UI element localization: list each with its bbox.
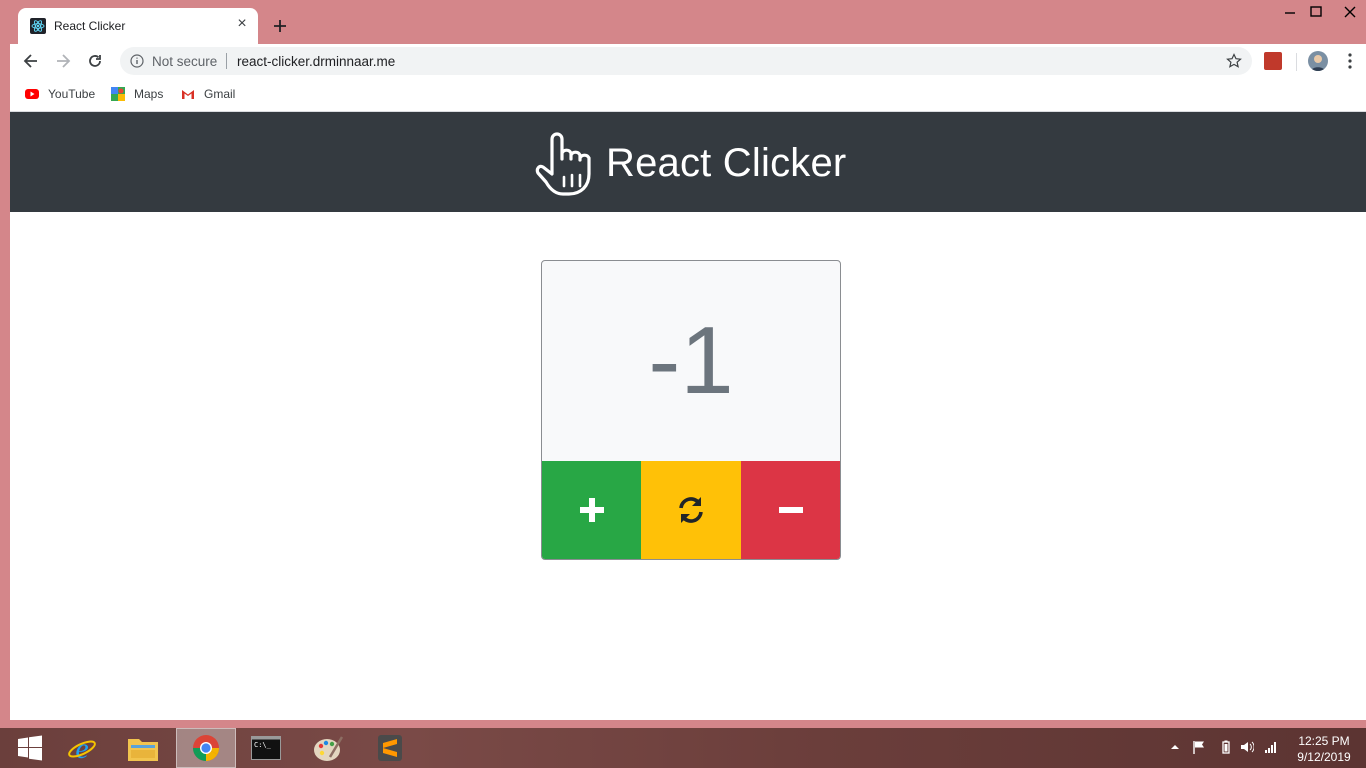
svg-text:C:\_: C:\_ (254, 741, 272, 749)
back-icon[interactable] (22, 52, 40, 70)
security-label: Not secure (152, 54, 218, 69)
increment-button[interactable] (542, 461, 641, 559)
taskbar-chrome[interactable] (176, 728, 236, 768)
refresh-icon (679, 497, 703, 523)
taskbar-command-prompt[interactable]: C:\_ (236, 728, 296, 768)
more-menu-icon[interactable] (1344, 52, 1356, 70)
clock-date: 9/12/2019 (1297, 750, 1351, 764)
counter-value: -1 (648, 307, 734, 414)
action-center-flag-icon[interactable] (1192, 740, 1206, 754)
tab-strip: React Clicker × (0, 0, 1366, 44)
toolbar-divider (1296, 53, 1297, 71)
url-text[interactable]: react-clicker.drminnaar.me (237, 54, 395, 69)
browser-toolbar: Not secure react-clicker.drminnaar.me (10, 44, 1366, 78)
windows-taskbar: e C:\_ 12:25 PM 9/12/2019 (0, 728, 1366, 768)
taskbar-internet-explorer[interactable]: e (52, 728, 112, 768)
decrement-button[interactable] (741, 461, 840, 559)
gmail-icon (182, 90, 194, 99)
person-icon (1311, 55, 1325, 71)
omnibox-divider (226, 53, 227, 69)
tab-close-icon[interactable]: × (234, 16, 250, 32)
bookmark-maps[interactable]: Maps (110, 86, 163, 102)
reload-icon[interactable] (86, 52, 104, 70)
taskbar-paint[interactable] (298, 728, 358, 768)
bookmarks-bar: YouTube Maps Gmail (10, 78, 1366, 112)
minus-icon (778, 507, 803, 513)
start-button[interactable] (0, 728, 60, 768)
taskbar-file-explorer[interactable] (113, 728, 173, 768)
forward-icon[interactable] (54, 52, 72, 70)
counter-controls (542, 461, 840, 559)
pointing-hand-icon (535, 132, 591, 196)
reset-button[interactable] (641, 461, 741, 559)
react-favicon-icon (30, 18, 46, 34)
file-explorer-icon (128, 739, 158, 761)
bookmark-gmail[interactable]: Gmail (180, 86, 235, 102)
bookmark-label: Maps (134, 87, 164, 101)
chrome-icon (192, 735, 220, 762)
maximize-icon[interactable] (1302, 0, 1330, 24)
address-bar[interactable]: Not secure react-clicker.drminnaar.me (120, 47, 1252, 75)
info-icon[interactable] (130, 54, 144, 68)
taskbar-sublime-text[interactable] (360, 728, 420, 768)
network-signal-icon[interactable] (1264, 740, 1278, 754)
profile-avatar[interactable] (1308, 51, 1328, 71)
svg-text:e: e (75, 732, 88, 764)
system-clock[interactable]: 12:25 PM 9/12/2019 (1290, 733, 1358, 765)
bookmark-youtube[interactable]: YouTube (24, 86, 95, 102)
new-tab-icon[interactable] (270, 16, 290, 36)
battery-icon[interactable] (1219, 740, 1233, 754)
app-title: React Clicker (606, 140, 847, 185)
plus-icon (579, 498, 604, 522)
tab-react-clicker[interactable]: React Clicker × (18, 8, 258, 44)
extension-icon[interactable] (1264, 52, 1282, 70)
counter-card: -1 (541, 260, 841, 560)
tab-title: React Clicker (54, 19, 126, 33)
bookmark-label: YouTube (48, 87, 96, 101)
browser-window: React Clicker × Not secure react-clicker… (0, 0, 1366, 728)
show-hidden-icons-icon[interactable] (1168, 740, 1182, 754)
volume-icon[interactable] (1240, 740, 1254, 754)
app-brand[interactable]: React Clicker (532, 128, 846, 198)
internet-explorer-icon: e (68, 732, 96, 764)
minimize-icon[interactable] (1276, 0, 1304, 24)
youtube-icon (25, 89, 39, 99)
app-navbar: React Clicker (10, 112, 1366, 212)
sublime-text-icon (378, 735, 402, 761)
command-prompt-icon: C:\_ (251, 736, 281, 760)
maps-icon (111, 87, 125, 101)
bookmark-label: Gmail (204, 87, 236, 101)
close-window-icon[interactable] (1336, 0, 1364, 24)
start-icon (18, 735, 42, 761)
paint-icon (314, 736, 344, 761)
bookmark-star-icon[interactable] (1226, 53, 1242, 69)
web-page: React Clicker -1 (10, 112, 1366, 720)
clock-time: 12:25 PM (1298, 734, 1350, 748)
